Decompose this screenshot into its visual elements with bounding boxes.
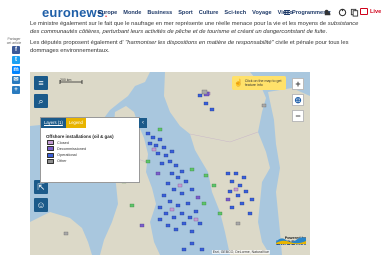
emodnet-map[interactable]: 200 km ≡ ⌕ ⇱ ☺ ☝ Click on the map to get… [30, 72, 310, 255]
email-share-button[interactable]: ✉ [12, 76, 20, 84]
emodnet-wave-icon [276, 237, 307, 244]
hand-pointer-icon: ☝ [234, 80, 243, 87]
legend-title: Offshore installations (oil & gas) [46, 134, 114, 139]
collapse-legend-icon[interactable]: ‹ [139, 118, 147, 128]
search-icon[interactable]: ⌕ [34, 94, 48, 108]
legend-tabs: Layers (1) Legend [41, 118, 139, 128]
nav-voyage[interactable]: Voyage [252, 10, 271, 16]
legend-item-operational: Operational [47, 152, 139, 158]
legend-item-other: Other [47, 158, 139, 164]
legend-panel: Layers (1) Legend ‹ Offshore installatio… [40, 117, 147, 183]
map-attribution: Esri, GEBCO, DeLorme, NaturalVue [211, 250, 270, 254]
nav-scitech[interactable]: Sci-tech [224, 10, 246, 16]
click-info-tip[interactable]: ☝ Click on the map to get feature info [232, 76, 286, 90]
twitter-share-button[interactable]: t [12, 56, 20, 64]
locate-icon[interactable]: ⊕ [292, 94, 304, 106]
legend-swatch [47, 140, 54, 146]
article-paragraph: Les députés proposent également d' "harm… [30, 40, 349, 54]
zoom-out-button[interactable]: − [292, 110, 304, 122]
messenger-share-button[interactable]: m [12, 66, 20, 74]
menu-icon[interactable]: ≡ [34, 76, 48, 90]
menu-icon [284, 10, 290, 15]
article-paragraph: Le ministre également sur le fait que le… [30, 21, 359, 35]
nav-culture[interactable]: Culture [199, 10, 219, 16]
nav-monde[interactable]: Monde [123, 10, 141, 16]
tab-layers[interactable]: Layers (1) [41, 118, 66, 128]
nav-sport[interactable]: Sport [178, 10, 193, 16]
live-link[interactable]: Live [370, 9, 381, 15]
feedback-icon[interactable]: ☺ [34, 198, 48, 212]
share-label: Partager cet article [6, 37, 22, 45]
facebook-share-button[interactable]: f [12, 46, 20, 54]
legend-swatch [47, 158, 54, 164]
live-tv-icon[interactable] [360, 8, 368, 15]
page: euronews. Europe Monde Business Sport Cu… [0, 0, 388, 255]
nav-europe[interactable]: Europe [98, 10, 117, 16]
more-share-button[interactable]: + [12, 86, 20, 94]
map-scale: 200 km [60, 78, 72, 82]
article-body: Le ministre également sur le fait que le… [30, 21, 360, 59]
legend-item-decommissioned: Decommissioned [47, 146, 139, 152]
zoom-in-button[interactable]: + [292, 78, 304, 90]
legend-swatch [47, 152, 54, 158]
main-nav: Europe Monde Business Sport Culture Sci-… [98, 10, 293, 16]
legend-item-closed: Closed [47, 140, 139, 146]
tab-legend[interactable]: Legend [65, 118, 86, 128]
weather-icon[interactable] [323, 8, 332, 17]
legend-swatch [47, 146, 54, 152]
powered-by[interactable]: Powered by EMODnet [276, 236, 307, 247]
copy-icon[interactable] [350, 8, 359, 17]
nav-business[interactable]: Business [147, 10, 172, 16]
refresh-icon[interactable] [338, 8, 347, 17]
